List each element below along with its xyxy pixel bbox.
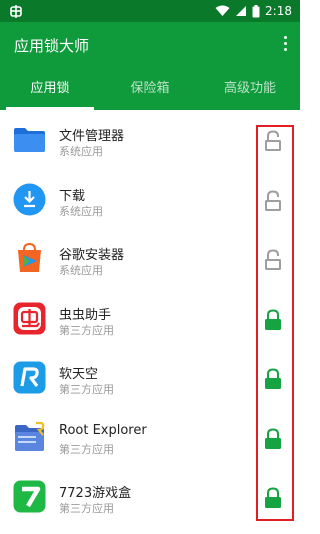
list-item[interactable]: 谷歌安装器 系统应用 xyxy=(0,229,300,289)
status-bar: 2:18 xyxy=(0,0,300,22)
app-type: 第三方应用 xyxy=(59,383,114,396)
battery-icon xyxy=(252,4,260,17)
google-installer-icon xyxy=(18,242,41,272)
wifi-icon xyxy=(215,5,230,16)
tab-app-lock[interactable]: 应用锁 xyxy=(0,68,100,110)
list-item[interactable]: 软天空 第三方应用 xyxy=(0,348,300,408)
app-name: 谷歌安装器 xyxy=(59,248,125,263)
more-dot xyxy=(283,36,287,39)
status-time: 2:18 xyxy=(265,4,292,18)
chongchong-icon xyxy=(13,302,46,334)
app-bar: 应用锁大师 xyxy=(0,22,300,68)
tab-safe-box[interactable]: 保险箱 xyxy=(100,68,200,110)
7723-icon xyxy=(13,480,46,513)
app-type: 系统应用 xyxy=(59,264,103,277)
download-icon xyxy=(13,183,46,215)
more-options-button[interactable] xyxy=(282,36,288,54)
app-type: 系统应用 xyxy=(59,145,103,158)
app-name: 虫虫助手 xyxy=(59,307,112,323)
folder-icon xyxy=(14,128,45,152)
app-name: 下载 xyxy=(59,188,86,204)
app-type: 系统应用 xyxy=(59,204,103,218)
app-type: 第三方应用 xyxy=(59,323,114,337)
app-name: Root Explorer xyxy=(59,422,147,438)
app-type: 第三方应用 xyxy=(59,442,114,456)
list-item[interactable]: 下载 系统应用 xyxy=(0,170,300,230)
tab-advanced[interactable]: 高级功能 xyxy=(200,68,300,110)
bug-app-icon xyxy=(10,5,22,18)
ruantiankong-icon xyxy=(13,361,46,394)
app-title: 应用锁大师 xyxy=(14,37,90,55)
root-explorer-icon xyxy=(15,421,45,451)
more-dot xyxy=(283,42,287,45)
app-name: 软天空 xyxy=(59,367,99,382)
signal-icon xyxy=(236,6,247,16)
more-dot xyxy=(283,48,287,51)
app-name: 7723游戏盒 xyxy=(59,486,132,501)
app-list: 文件管理器 系统应用 下载 系统应用 谷歌安装器 系统应用 虫虫助手 第三方应用… xyxy=(0,110,300,527)
app-type: 第三方应用 xyxy=(59,502,114,515)
list-item[interactable]: 虫虫助手 第三方应用 xyxy=(0,289,300,349)
list-item[interactable]: 7723游戏盒 第三方应用 xyxy=(0,467,300,527)
app-name: 文件管理器 xyxy=(59,129,125,144)
list-item[interactable]: Root Explorer 第三方应用 xyxy=(0,408,300,468)
tab-bar: 应用锁 保险箱 高级功能 xyxy=(0,68,300,110)
list-item[interactable]: 文件管理器 系统应用 xyxy=(0,110,300,170)
lock-column-highlight xyxy=(256,125,294,521)
